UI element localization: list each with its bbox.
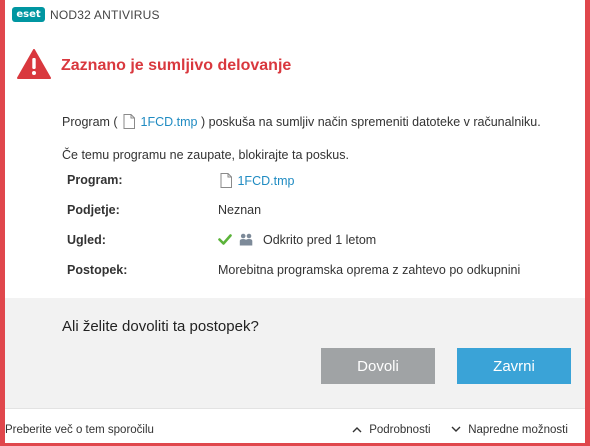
title-bar: eset NOD32 ANTIVIRUS xyxy=(5,0,585,30)
checkmark-icon xyxy=(218,234,232,245)
action-panel: Ali želite dovoliti ta postopek? Dovoli … xyxy=(5,298,585,408)
prompt-question: Ali želite dovoliti ta postopek? xyxy=(62,318,259,335)
advanced-options-toggle[interactable]: Napredne možnosti xyxy=(451,424,568,436)
detail-value-reputation: Odkrito pred 1 letom xyxy=(218,233,376,247)
detail-value-operation: Morebitna programska oprema z zahtevo po… xyxy=(218,263,521,277)
details-label: Podrobnosti xyxy=(369,424,431,436)
detail-value-program: 1FCD.tmp xyxy=(218,173,294,188)
chevron-up-icon xyxy=(352,427,362,433)
message-suffix: ) poskuša na sumljiv način spremeniti da… xyxy=(200,115,541,129)
message-file-link[interactable]: 1FCD.tmp xyxy=(141,115,198,129)
file-icon xyxy=(123,114,136,129)
learn-more-link[interactable]: Preberite več o tem sporočilu xyxy=(5,424,154,436)
alert-window: eset NOD32 ANTIVIRUS Zaznano je sumljivo… xyxy=(0,0,590,446)
alert-title: Zaznano je sumljivo delovanje xyxy=(61,57,292,74)
allow-button[interactable]: Dovoli xyxy=(321,348,435,384)
file-icon xyxy=(220,173,232,188)
message-line-2: Če temu programu ne zaupate, blokirajte … xyxy=(62,148,349,162)
detail-label-reputation: Ugled: xyxy=(67,233,106,247)
details-toggle[interactable]: Podrobnosti xyxy=(352,424,431,436)
detail-label-program: Program: xyxy=(67,173,123,187)
alert-header: Zaznano je sumljivo delovanje xyxy=(5,37,585,95)
message-prefix: Program ( xyxy=(62,115,118,129)
message-line-1: Program ( 1FCD.tmp ) poskuša na sumljiv … xyxy=(62,114,541,129)
reputation-text: Odkrito pred 1 letom xyxy=(262,233,377,247)
deny-button[interactable]: Zavrni xyxy=(457,348,571,384)
detail-label-company: Podjetje: xyxy=(67,203,120,217)
warning-icon xyxy=(17,49,51,79)
eset-logo: eset xyxy=(12,7,45,22)
product-name: NOD32 ANTIVIRUS xyxy=(50,8,160,22)
program-file-link[interactable]: 1FCD.tmp xyxy=(237,174,294,188)
detail-value-company[interactable]: Neznan xyxy=(218,203,261,217)
advanced-options-label: Napredne možnosti xyxy=(468,424,568,436)
users-icon xyxy=(240,233,253,246)
detail-label-operation: Postopek: xyxy=(67,263,128,277)
footer: Preberite več o tem sporočilu Podrobnost… xyxy=(5,408,585,443)
chevron-down-icon xyxy=(451,426,461,432)
